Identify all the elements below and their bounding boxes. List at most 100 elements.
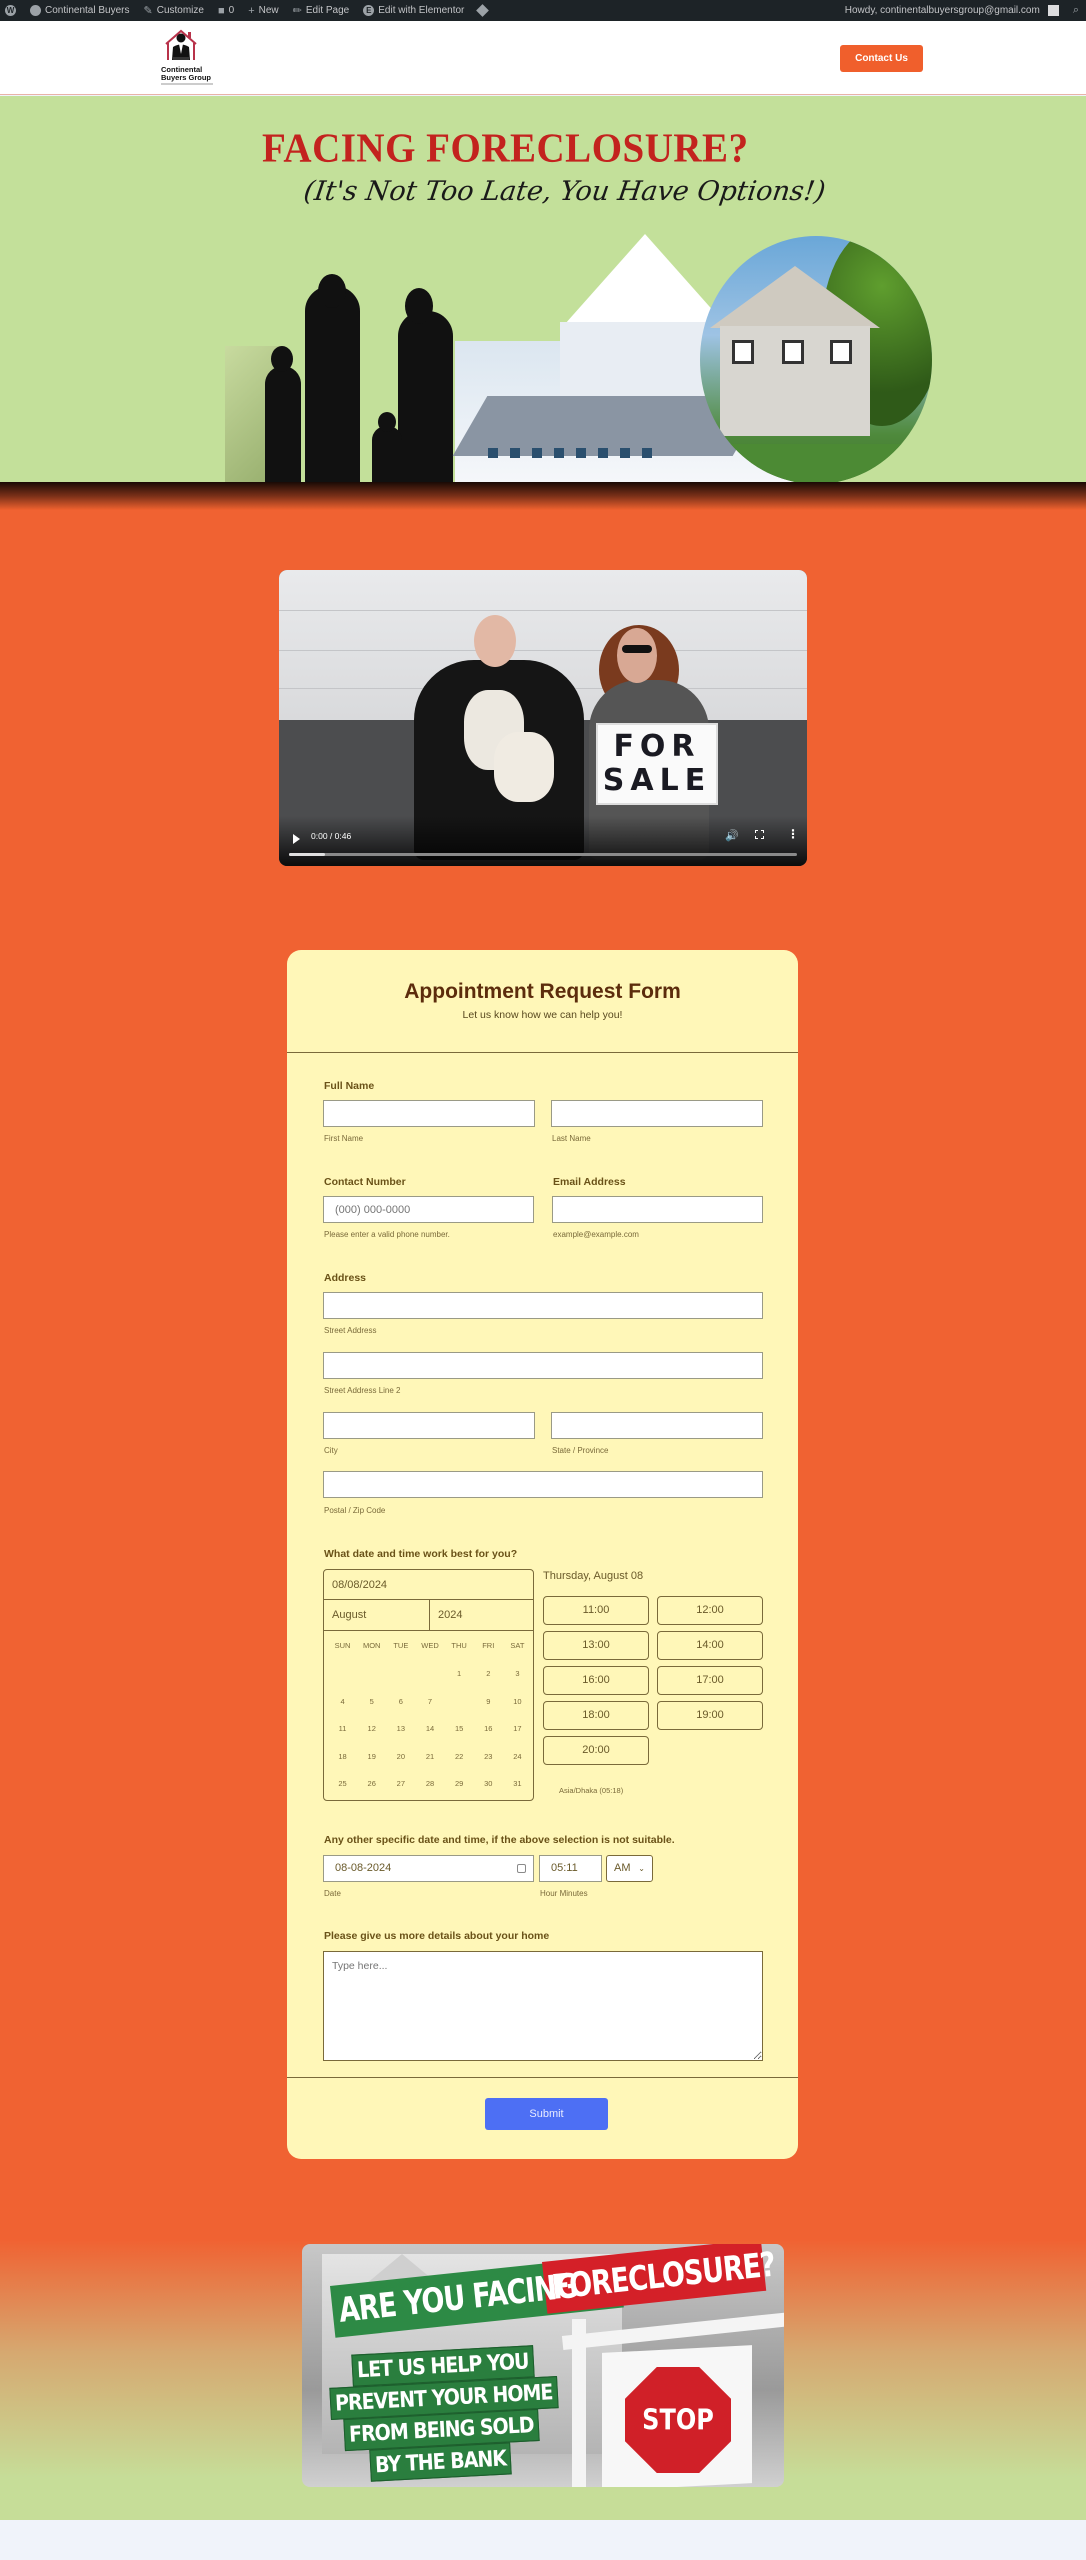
calendar-year-select[interactable]: 2024 — [430, 1600, 534, 1631]
calendar-day[interactable]: 12 — [357, 1715, 386, 1743]
time-slot-button[interactable]: 18:00 — [543, 1701, 649, 1730]
ampm-select[interactable]: AM ⌄ — [606, 1855, 653, 1882]
fullscreen-icon[interactable] — [755, 830, 764, 839]
time-slot-button[interactable]: 12:00 — [657, 1596, 763, 1625]
play-icon[interactable] — [293, 834, 300, 844]
calendar-day[interactable]: 17 — [503, 1715, 532, 1743]
last-name-input[interactable] — [551, 1100, 763, 1127]
calendar-day[interactable]: 7 — [415, 1688, 444, 1716]
diamond-icon — [476, 4, 490, 17]
volume-icon[interactable]: 🔊 — [725, 829, 739, 842]
more-options-icon[interactable]: ⋮ — [787, 827, 799, 841]
calendar-day[interactable]: 11 — [328, 1715, 357, 1743]
calendar-day[interactable]: 21 — [415, 1743, 444, 1771]
calendar-day[interactable]: 19 — [357, 1743, 386, 1771]
admin-bar-edit-page[interactable]: ✏ Edit Page — [286, 0, 357, 21]
dashboard-icon — [30, 5, 41, 16]
calendar-day[interactable]: 13 — [386, 1715, 415, 1743]
calendar-day-empty — [415, 1660, 444, 1688]
admin-bar-elementor[interactable]: E Edit with Elementor — [356, 0, 471, 21]
time-slot-button[interactable]: 16:00 — [543, 1666, 649, 1695]
form-header-divider — [287, 1052, 798, 1053]
video-progress-bar[interactable] — [289, 853, 797, 856]
calendar-day[interactable]: 4 — [328, 1688, 357, 1716]
calendar-day[interactable]: 28 — [415, 1770, 444, 1798]
admin-bar-account[interactable]: Howdy, continentalbuyersgroup@gmail.com — [840, 0, 1066, 21]
timezone-label: Asia/Dhaka (05:18) — [559, 1786, 624, 1795]
chevron-down-icon: ⌄ — [638, 1864, 645, 1873]
time-slot-button[interactable]: 17:00 — [657, 1666, 763, 1695]
calendar-grid: SUN MON TUE WED THU FRI SAT 1 2 3 4 5 6 7 9 10 11 12 13 14 1… — [328, 1636, 532, 1798]
admin-bar-new-label: New — [258, 5, 279, 16]
calendar-day[interactable]: 5 — [357, 1688, 386, 1716]
calendar-day[interactable]: 20 — [386, 1743, 415, 1771]
city-input[interactable] — [323, 1412, 535, 1439]
calendar-day[interactable]: 26 — [357, 1770, 386, 1798]
datetime-label: What date and time work best for you? — [324, 1548, 518, 1560]
video-time: 0:00 / 0:46 — [311, 831, 352, 841]
time-slot-button[interactable]: 14:00 — [657, 1631, 763, 1660]
hero-title: FACING FORECLOSURE? — [262, 125, 749, 172]
calendar-day[interactable]: 2 — [474, 1660, 503, 1688]
calendar-day[interactable]: 31 — [503, 1770, 532, 1798]
calendar-day[interactable]: 27 — [386, 1770, 415, 1798]
calendar-day-empty — [357, 1660, 386, 1688]
time-slot-button[interactable]: 11:00 — [543, 1596, 649, 1625]
calendar-day[interactable]: 16 — [474, 1715, 503, 1743]
phone-input[interactable] — [323, 1196, 534, 1223]
admin-bar-diamond[interactable] — [471, 0, 494, 21]
plus-icon: + — [248, 4, 255, 17]
state-input[interactable] — [551, 1412, 763, 1439]
calendar-day[interactable]: 1 — [445, 1660, 474, 1688]
calendar-day[interactable]: 15 — [445, 1715, 474, 1743]
time-slot-button[interactable]: 19:00 — [657, 1701, 763, 1730]
admin-bar-new[interactable]: + New — [241, 0, 285, 21]
calendar-day[interactable]: 9 — [474, 1688, 503, 1716]
avatar — [1047, 5, 1059, 16]
zip-input[interactable] — [323, 1471, 763, 1498]
alt-date-input[interactable]: 08-08-2024 — [323, 1855, 534, 1882]
for-sale-sign: FOR SALE — [596, 723, 718, 805]
phone-sublabel: Please enter a valid phone number. — [324, 1230, 450, 1239]
comment-icon: ■ — [217, 4, 225, 17]
video-progress-fill — [289, 853, 325, 856]
calendar-day[interactable]: 29 — [445, 1770, 474, 1798]
submit-button[interactable]: Submit — [485, 2098, 608, 2130]
admin-bar-greeting: Howdy, continentalbuyersgroup@gmail.com — [844, 5, 1040, 16]
time-slot-button[interactable]: 20:00 — [543, 1736, 649, 1765]
time-slot-button[interactable]: 13:00 — [543, 1631, 649, 1660]
calendar-day[interactable]: 18 — [328, 1743, 357, 1771]
contact-number-label: Contact Number — [324, 1176, 406, 1188]
admin-bar-site[interactable]: Continental Buyers — [23, 0, 137, 21]
admin-bar-wordpress[interactable]: W — [0, 0, 23, 21]
video-player[interactable]: FOR SALE 0:00 / 0:46 🔊 ⋮ — [279, 570, 807, 866]
street-address-2-input[interactable] — [323, 1352, 763, 1379]
site-logo[interactable]: Continental Buyers Group — [158, 26, 220, 90]
calendar-day[interactable]: 10 — [503, 1688, 532, 1716]
calendar-day[interactable]: 14 — [415, 1715, 444, 1743]
calendar-day[interactable]: 6 — [386, 1688, 415, 1716]
details-textarea[interactable] — [323, 1951, 763, 2061]
weekday-header: MON — [362, 1641, 381, 1650]
calendar-icon[interactable] — [517, 1864, 526, 1873]
calendar-date-input[interactable]: 08/08/2024 — [324, 1570, 533, 1600]
admin-bar-edit-page-label: Edit Page — [305, 5, 350, 16]
calendar-month-select[interactable]: August — [324, 1600, 430, 1631]
calendar-day[interactable]: 30 — [474, 1770, 503, 1798]
admin-bar-comments[interactable]: ■ 0 — [211, 0, 241, 21]
search-icon: ⌕ — [1072, 4, 1079, 16]
street-address-input[interactable] — [323, 1292, 763, 1319]
calendar-day[interactable]: 23 — [474, 1743, 503, 1771]
calendar-day-empty — [386, 1660, 415, 1688]
admin-bar-customize[interactable]: ✎ Customize — [137, 0, 211, 21]
calendar-day[interactable]: 24 — [503, 1743, 532, 1771]
admin-bar-search[interactable]: ⌕ — [1066, 0, 1086, 21]
admin-bar-comments-count: 0 — [228, 5, 235, 16]
contact-us-button[interactable]: Contact Us — [840, 45, 923, 72]
first-name-input[interactable] — [323, 1100, 535, 1127]
email-input[interactable] — [552, 1196, 763, 1223]
calendar-day[interactable]: 3 — [503, 1660, 532, 1688]
alt-time-input[interactable]: 05:11 — [539, 1855, 602, 1882]
calendar-day[interactable]: 22 — [445, 1743, 474, 1771]
calendar-day[interactable]: 25 — [328, 1770, 357, 1798]
